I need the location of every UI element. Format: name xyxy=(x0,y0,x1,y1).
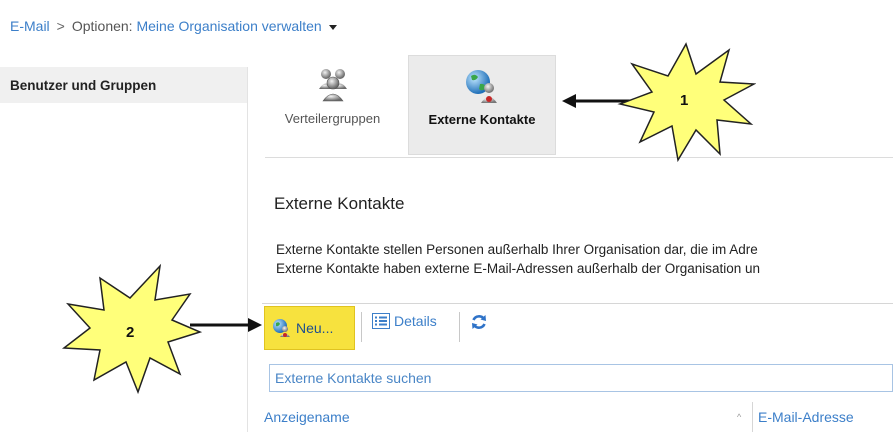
sidebar-item-benutzer-und-gruppen[interactable]: Benutzer und Gruppen xyxy=(0,67,247,103)
description-line: Externe Kontakte stellen Personen außerh… xyxy=(276,242,758,257)
callout-number: 2 xyxy=(126,324,135,341)
sort-arrow-icon: ^ xyxy=(737,412,742,422)
toolbar-divider xyxy=(262,303,893,304)
tab-externe-kontakte[interactable]: Externe Kontakte xyxy=(408,55,556,155)
external-contact-icon xyxy=(466,70,497,103)
description-line: Externe Kontakte haben externe E-Mail-Ad… xyxy=(276,261,761,276)
breadcrumb: E-Mail > Optionen: Meine Organisation verw… xyxy=(10,18,337,34)
column-header-email-adresse[interactable]: E-Mail-Adresse xyxy=(758,409,854,425)
refresh-icon xyxy=(472,315,486,329)
new-button-label: Neu... xyxy=(296,320,334,336)
details-button-label: Details xyxy=(394,313,437,329)
callout-number: 1 xyxy=(680,92,689,109)
callout-star-1: 1 xyxy=(616,42,757,163)
page-title: Externe Kontakte xyxy=(274,194,405,213)
tab-label: Verteilergruppen xyxy=(284,111,381,126)
breadcrumb-current[interactable]: Meine Organisation verwalten xyxy=(136,18,321,34)
column-separator[interactable] xyxy=(752,402,753,432)
details-icon xyxy=(372,313,390,329)
group-icon xyxy=(318,69,347,102)
toolbar-separator xyxy=(361,312,362,342)
callout-star-2: 2 xyxy=(60,262,205,397)
breadcrumb-separator: > xyxy=(56,18,65,34)
new-button[interactable]: Neu... xyxy=(264,306,355,350)
breadcrumb-email-link[interactable]: E-Mail xyxy=(10,18,50,34)
tab-verteilergruppen[interactable]: Verteilergruppen xyxy=(265,55,400,155)
refresh-button[interactable] xyxy=(470,313,488,334)
toolbar-separator xyxy=(459,312,460,342)
column-header-anzeigename[interactable]: Anzeigename xyxy=(264,409,350,425)
new-contact-icon xyxy=(273,319,290,337)
breadcrumb-options-label: Optionen: xyxy=(71,18,133,34)
details-button[interactable]: Details xyxy=(372,313,437,329)
ribbon-divider xyxy=(265,157,893,158)
tab-label: Externe Kontakte xyxy=(428,112,536,127)
search-input[interactable] xyxy=(269,364,893,392)
chevron-down-icon[interactable] xyxy=(328,24,337,30)
